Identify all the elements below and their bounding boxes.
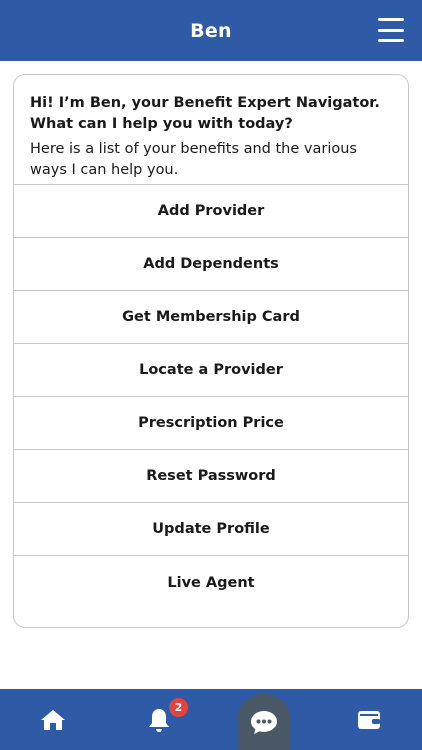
nav-chat[interactable] — [237, 694, 290, 750]
bottom-nav: 2 — [0, 689, 422, 750]
page-title: Ben — [190, 19, 232, 42]
option-live-agent[interactable]: Live Agent — [14, 556, 408, 609]
option-reset-password[interactable]: Reset Password — [14, 450, 408, 503]
option-prescription-price[interactable]: Prescription Price — [14, 397, 408, 450]
option-add-dependents[interactable]: Add Dependents — [14, 238, 408, 291]
notification-badge: 2 — [169, 698, 188, 717]
chat-icon — [250, 711, 277, 734]
menu-icon-line — [378, 39, 404, 42]
menu-button[interactable] — [378, 18, 404, 42]
intro-subtext: Here is a list of your benefits and the … — [30, 141, 357, 178]
greeting-text: Hi! I’m Ben, your Benefit Expert Navigat… — [30, 95, 380, 132]
app-header: Ben — [0, 0, 422, 61]
chat-intro: Hi! I’m Ben, your Benefit Expert Navigat… — [14, 75, 408, 185]
nav-wallet[interactable] — [339, 689, 399, 750]
home-icon — [41, 709, 65, 730]
option-locate-provider[interactable]: Locate a Provider — [14, 344, 408, 397]
nav-home[interactable] — [23, 689, 83, 750]
option-get-membership-card[interactable]: Get Membership Card — [14, 291, 408, 344]
menu-icon-line — [378, 28, 404, 32]
chat-card: Hi! I’m Ben, your Benefit Expert Navigat… — [13, 74, 409, 628]
option-update-profile[interactable]: Update Profile — [14, 503, 408, 556]
bell-icon — [149, 708, 169, 732]
option-add-provider[interactable]: Add Provider — [14, 185, 408, 238]
wallet-icon — [358, 710, 380, 729]
menu-icon-line — [378, 18, 404, 21]
